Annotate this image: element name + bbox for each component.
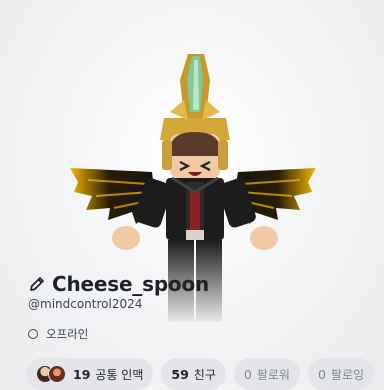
mutual-label: 공통 인맥	[95, 367, 144, 382]
mutual-connections-chip[interactable]: 19 공통 인맥	[26, 358, 154, 390]
followers-chip[interactable]: 0 팔로워	[233, 358, 300, 390]
friends-label: 친구	[193, 367, 216, 382]
offline-circle-icon	[28, 329, 38, 339]
following-chip[interactable]: 0 팔로잉	[307, 358, 375, 390]
gold-crest-headdress	[160, 54, 230, 140]
friends-chip[interactable]: 59 친구	[161, 358, 226, 390]
avatar-torso	[166, 176, 224, 240]
mutual-avatars	[36, 365, 66, 383]
avatar-head	[162, 132, 228, 178]
display-name: Cheese_spoon	[52, 272, 210, 296]
status-text: 오프라인	[46, 327, 89, 341]
friends-count: 59	[171, 366, 189, 382]
avatar	[48, 365, 66, 383]
presence-status: 오프라인	[28, 326, 88, 342]
followers-label: 팔로워	[256, 367, 290, 382]
followers-count: 0	[243, 366, 252, 382]
following-label: 팔로잉	[330, 367, 365, 382]
social-stats-row: 19 공통 인맥 59 친구 0 팔로워 0 팔로잉	[26, 358, 375, 390]
following-count: 0	[317, 366, 326, 382]
pencil-icon[interactable]	[28, 275, 46, 293]
username: @mindcontrol2024	[28, 297, 143, 311]
mutual-count: 19	[73, 366, 91, 382]
profile-name-row: Cheese_spoon	[28, 270, 209, 298]
